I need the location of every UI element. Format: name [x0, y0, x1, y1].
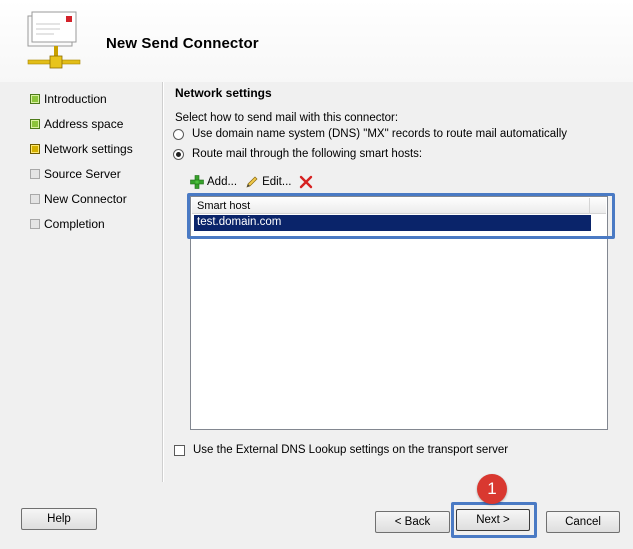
edit-button[interactable]: Edit... [245, 175, 291, 189]
routing-prompt: Select how to send mail with this connec… [175, 112, 399, 124]
step-complete-icon [30, 119, 40, 129]
wizard-steps-sidebar: Introduction Address space Network setti… [0, 82, 162, 482]
next-label: Next > [476, 514, 510, 526]
list-item[interactable]: test.domain.com [194, 215, 591, 231]
add-label: Add... [207, 176, 238, 188]
add-button[interactable]: Add... [190, 175, 237, 189]
back-label: < Back [394, 516, 431, 528]
step-pending-icon [30, 194, 40, 204]
remove-button[interactable] [299, 175, 316, 189]
smart-host-toolbar: Add... Edit... [190, 172, 324, 192]
smart-host-list[interactable]: Smart host test.domain.com [190, 196, 608, 430]
section-title: Network settings [175, 86, 272, 100]
green-plus-icon [190, 175, 204, 189]
sidebar-divider [162, 82, 163, 482]
step-label: Network settings [44, 142, 133, 156]
step-pending-icon [30, 169, 40, 179]
send-connector-icon [27, 11, 81, 69]
radio-button-selected[interactable] [173, 148, 184, 160]
cancel-label: Cancel [565, 516, 601, 528]
step-new-connector: New Connector [30, 191, 127, 207]
help-button[interactable]: Help [21, 508, 97, 530]
column-header-filler [590, 198, 606, 214]
step-source-server: Source Server [30, 166, 121, 182]
annotation-step-badge: 1 [477, 474, 507, 504]
help-label: Help [47, 513, 71, 525]
edit-label: Edit... [262, 176, 292, 188]
cancel-button[interactable]: Cancel [546, 511, 620, 533]
column-header-smart-host[interactable]: Smart host [192, 198, 590, 214]
step-label: Source Server [44, 167, 121, 181]
wizard-header: New Send Connector [0, 0, 633, 82]
step-complete-icon [30, 94, 40, 104]
checkbox[interactable] [174, 444, 185, 456]
radio-smart-hosts[interactable]: Route mail through the following smart h… [173, 148, 422, 160]
step-label: Introduction [44, 92, 107, 106]
step-label: Completion [44, 217, 105, 231]
radio-dns-label: Use domain name system (DNS) "MX" record… [192, 128, 568, 140]
radio-dns-mx[interactable]: Use domain name system (DNS) "MX" record… [173, 128, 567, 140]
red-x-icon [300, 175, 313, 189]
pencil-icon [246, 176, 258, 188]
step-completion: Completion [30, 216, 105, 232]
step-network-settings: Network settings [30, 141, 133, 157]
step-label: New Connector [44, 192, 127, 206]
step-introduction: Introduction [30, 91, 107, 107]
step-address-space: Address space [30, 116, 123, 132]
radio-smarthost-label: Route mail through the following smart h… [192, 148, 423, 160]
step-current-icon [30, 144, 40, 154]
external-dns-label: Use the External DNS Lookup settings on … [193, 444, 509, 456]
external-dns-option[interactable]: Use the External DNS Lookup settings on … [174, 444, 508, 456]
step-label: Address space [44, 117, 124, 131]
wizard-title: New Send Connector [106, 35, 259, 52]
next-button[interactable]: Next > [456, 509, 530, 531]
back-button[interactable]: < Back [375, 511, 450, 533]
step-pending-icon [30, 219, 40, 229]
radio-button[interactable] [173, 128, 184, 140]
